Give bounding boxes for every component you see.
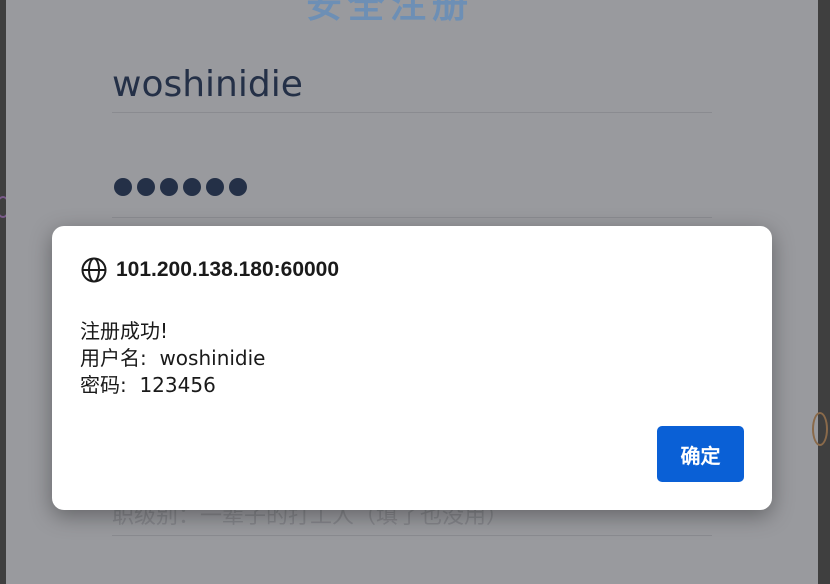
alert-dialog: 101.200.138.180:60000 注册成功! 用户名: woshini… bbox=[52, 226, 772, 510]
password-dot bbox=[114, 178, 132, 196]
ok-button[interactable]: 确定 bbox=[657, 426, 744, 482]
password-dot bbox=[183, 178, 201, 196]
message-line-username: 用户名: woshinidie bbox=[80, 346, 266, 370]
password-mask bbox=[114, 178, 247, 196]
dialog-message: 注册成功! 用户名: woshinidie 密码: 123456 bbox=[80, 318, 266, 399]
right-edge bbox=[818, 0, 830, 584]
dialog-header: 101.200.138.180:60000 bbox=[80, 256, 339, 284]
message-line-success: 注册成功! bbox=[80, 319, 169, 343]
password-dot bbox=[137, 178, 155, 196]
message-line-password: 密码: 123456 bbox=[80, 373, 216, 397]
username-field[interactable]: woshinidie bbox=[112, 60, 712, 113]
password-dot bbox=[229, 178, 247, 196]
globe-icon bbox=[81, 257, 107, 283]
page-title: 安全注册 bbox=[306, 0, 475, 26]
username-value: woshinidie bbox=[112, 64, 303, 105]
right-edge-glyph bbox=[812, 412, 828, 446]
password-field[interactable] bbox=[112, 168, 712, 218]
password-dot bbox=[160, 178, 178, 196]
dialog-origin: 101.200.138.180:60000 bbox=[116, 258, 340, 281]
password-dot bbox=[206, 178, 224, 196]
